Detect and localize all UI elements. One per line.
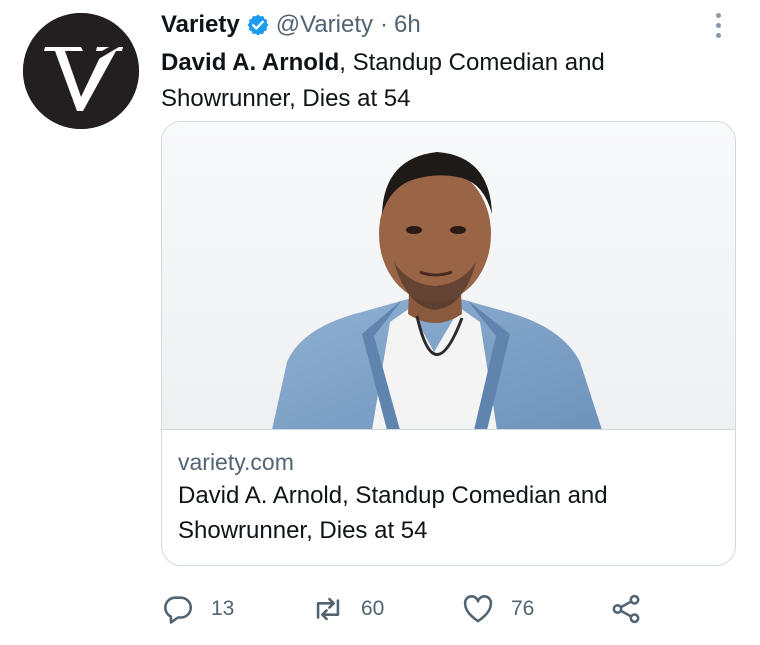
tweet[interactable]: Variety @Variety · 6h David A. Arnold, S… (0, 0, 760, 645)
like-count: 76 (511, 597, 535, 620)
tweet-text: David A. Arnold, Standup Comedian and Sh… (161, 45, 721, 117)
reply-icon (164, 596, 193, 624)
retweet-button[interactable]: 60 (311, 588, 384, 630)
reply-button[interactable]: 13 (161, 588, 234, 630)
author-name[interactable]: Variety (161, 11, 240, 39)
card-image (162, 122, 735, 430)
separator-dot: · (380, 11, 389, 38)
like-button[interactable]: 76 (461, 588, 534, 630)
more-options-icon[interactable] (706, 10, 730, 40)
retweet-count: 60 (361, 597, 385, 620)
tweet-header: Variety @Variety · 6h (161, 10, 421, 40)
card-body: variety.com David A. Arnold, Standup Com… (162, 430, 735, 548)
verified-badge-icon (246, 13, 270, 37)
tweet-text-bold: David A. Arnold (161, 49, 340, 76)
variety-logo-icon (23, 13, 139, 129)
tweet-actions: 13 60 76 (161, 588, 721, 630)
variety-logo-avatar[interactable] (23, 13, 139, 129)
heart-icon (463, 595, 493, 623)
card-domain: variety.com (178, 449, 294, 475)
share-icon (612, 594, 640, 624)
share-button[interactable] (609, 588, 643, 630)
link-card[interactable]: variety.com David A. Arnold, Standup Com… (161, 121, 736, 566)
tweet-timestamp[interactable]: 6h (394, 11, 421, 39)
card-title: David A. Arnold, Standup Comedian and Sh… (178, 482, 608, 544)
author-handle[interactable]: @Variety (276, 11, 373, 39)
retweet-icon (316, 597, 340, 621)
reply-count: 13 (211, 597, 235, 620)
